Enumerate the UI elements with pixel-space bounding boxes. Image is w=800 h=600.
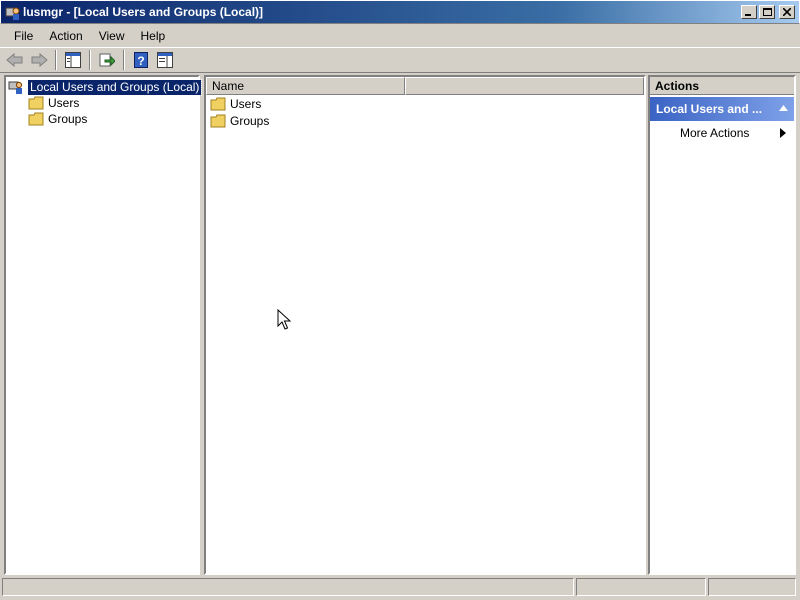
svg-text:?: ? [137,54,144,68]
back-arrow-icon [6,53,23,67]
list-header: Name [206,77,644,95]
maximize-button[interactable] [759,5,775,19]
export-list-icon [99,53,115,67]
close-icon [783,8,791,16]
show-hide-action-pane-button[interactable] [154,50,176,70]
mouse-cursor-icon [277,309,291,330]
tree-item-root-label: Local Users and Groups (Local) [26,78,203,96]
status-cell-2 [576,578,706,596]
status-cell-main [2,578,574,596]
toolbar-separator [55,50,57,70]
tree-item-users-label: Users [48,96,80,110]
show-hide-console-tree-button[interactable] [62,50,84,70]
list-item-label: Users [230,97,262,111]
tree-item-root[interactable]: Local Users and Groups (Local) [8,78,203,96]
tree-item-groups[interactable]: Groups [28,111,87,127]
actions-title: Actions [650,77,794,95]
toolbar-separator [89,50,91,70]
help-button[interactable]: ? [130,50,152,70]
menu-action[interactable]: Action [41,27,90,45]
show-hide-console-tree-icon [65,52,81,68]
status-bar [0,577,800,597]
more-actions-item[interactable]: More Actions [650,124,794,142]
toolbar-separator [123,50,125,70]
list-item-label: Groups [230,114,270,128]
actions-section-header[interactable]: Local Users and ... [650,97,794,121]
close-button[interactable] [779,5,795,19]
folder-icon [28,96,44,110]
menu-file[interactable]: File [6,27,41,45]
folder-icon [28,112,44,126]
tree-item-groups-label: Groups [48,112,88,126]
status-cell-3 [708,578,796,596]
title-bar[interactable]: lusmgr - [Local Users and Groups (Local)… [0,0,800,24]
window-title: lusmgr - [Local Users and Groups (Local)… [23,5,264,19]
more-actions-label: More Actions [680,126,750,140]
menu-view[interactable]: View [91,27,133,45]
column-header-blank[interactable] [405,77,644,95]
result-list-pane[interactable]: Name Users Groups [204,75,646,575]
console-tree-pane[interactable]: Local Users and Groups (Local) Users Gro… [4,75,203,575]
toolbar: ? [0,47,800,73]
column-header-name[interactable]: Name [206,77,405,95]
list-item[interactable]: Users [210,96,261,112]
menu-bar: File Action View Help [0,24,800,47]
folder-icon [210,114,226,128]
forward-arrow-icon [31,53,48,67]
folder-icon [210,97,226,111]
submenu-arrow-icon [780,128,786,138]
export-list-button[interactable] [96,50,118,70]
list-item[interactable]: Groups [210,113,269,129]
menu-help[interactable]: Help [133,27,174,45]
forward-button[interactable] [28,50,50,70]
actions-pane: Actions Local Users and ... More Actions [648,75,796,575]
minimize-icon [745,14,751,16]
show-hide-action-pane-icon [157,52,173,68]
actions-section-label: Local Users and ... [656,102,763,116]
back-button[interactable] [4,50,26,70]
tree-item-users[interactable]: Users [28,95,79,111]
collapse-up-icon [779,105,788,111]
help-icon: ? [134,52,148,68]
users-groups-mmc-icon [5,7,20,20]
minimize-button[interactable] [741,5,757,19]
maximize-icon [762,8,772,16]
users-groups-icon [8,81,23,94]
